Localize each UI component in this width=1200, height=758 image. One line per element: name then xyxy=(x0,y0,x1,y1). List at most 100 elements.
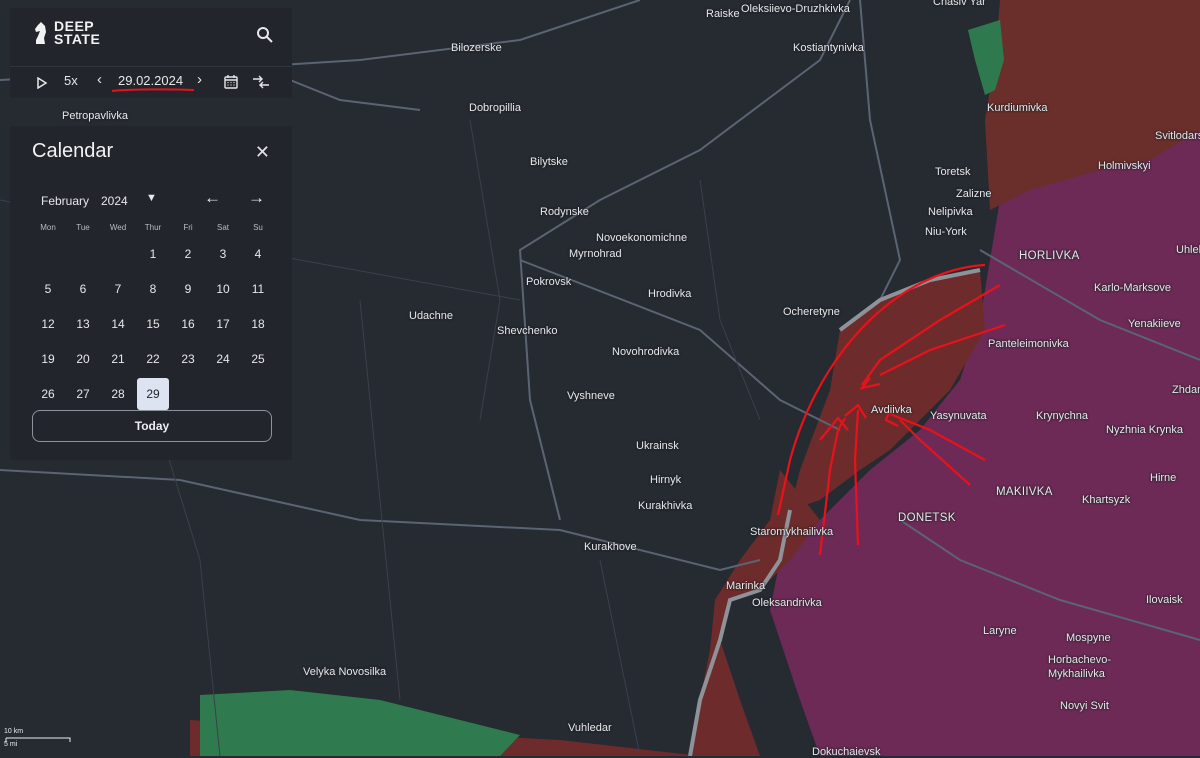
calendar-day-26[interactable]: 26 xyxy=(32,378,64,410)
brand-logo[interactable]: DEEP STATE xyxy=(32,19,101,47)
weekday-sun: Su xyxy=(253,223,263,232)
calendar-day-2[interactable]: 2 xyxy=(172,238,204,270)
town-uhlehirsk: Uhlehirsk xyxy=(1176,244,1200,256)
today-button[interactable]: Today xyxy=(32,410,272,442)
calendar-day-19[interactable]: 19 xyxy=(32,343,64,375)
town-toretsk: Toretsk xyxy=(935,166,971,178)
town-ocheretyne: Ocheretyne xyxy=(783,306,840,318)
calendar-day-22[interactable]: 22 xyxy=(137,343,169,375)
calendar-day-20[interactable]: 20 xyxy=(67,343,99,375)
calendar-day-4[interactable]: 4 xyxy=(242,238,274,270)
town-novyisvit: Novyi Svit xyxy=(1060,700,1109,712)
chevron-down-icon[interactable]: ▼ xyxy=(146,192,157,204)
town-marinka: Marinka xyxy=(726,580,766,592)
town-krynychna: Krynychna xyxy=(1036,410,1088,422)
calendar-panel: Calendar ✕ February 2024 ▼ ← → Mon Tue W… xyxy=(10,126,292,460)
calendar-day-21[interactable]: 21 xyxy=(102,343,134,375)
calendar-day-7[interactable]: 7 xyxy=(102,273,134,305)
top-bar: DEEP STATE 5x ‹ 29.02.2024 › xyxy=(10,8,292,98)
town-petropavlivka: Petropavlivka xyxy=(62,110,129,122)
weekday-tue: Tue xyxy=(76,223,90,232)
town-yasynuvata: Yasynuvata xyxy=(930,410,987,422)
town-chasiv: Chasiv Yar xyxy=(933,0,986,8)
town-donetsk: DONETSK xyxy=(898,512,956,524)
town-dobropillia: Dobropillia xyxy=(469,102,521,114)
next-month-arrow-icon[interactable]: → xyxy=(248,188,265,208)
calendar-day-14[interactable]: 14 xyxy=(102,308,134,340)
calendar-title: Calendar xyxy=(32,140,114,162)
calendar-day-13[interactable]: 13 xyxy=(67,308,99,340)
month-select[interactable]: February xyxy=(41,194,89,208)
calendar-day-16[interactable]: 16 xyxy=(172,308,204,340)
weekday-mon: Mon xyxy=(40,223,56,232)
calendar-day-9[interactable]: 9 xyxy=(172,273,204,305)
town-kurdiumivka: Kurdiumivka xyxy=(987,102,1048,114)
speed-button[interactable]: 5x xyxy=(64,73,78,88)
town-vyshneve: Vyshneve xyxy=(567,390,615,402)
calendar-day-23[interactable]: 23 xyxy=(172,343,204,375)
brand-line2: STATE xyxy=(54,31,101,47)
scale-km: 10 km xyxy=(4,728,24,735)
weekday-wed: Wed xyxy=(109,223,127,232)
weekday-fri: Fri xyxy=(183,223,193,232)
calendar-day-25[interactable]: 25 xyxy=(242,343,274,375)
calendar-day-15[interactable]: 15 xyxy=(137,308,169,340)
town-nyzhnia: Nyzhnia Krynka xyxy=(1106,424,1184,436)
next-date-icon[interactable]: › xyxy=(197,71,202,88)
town-khartsyzk: Khartsyzk xyxy=(1082,494,1131,506)
year-select[interactable]: 2024 xyxy=(101,194,128,208)
town-shevchenko: Shevchenko xyxy=(497,325,558,337)
close-icon[interactable]: ✕ xyxy=(255,142,270,163)
prev-date-icon[interactable]: ‹ xyxy=(97,71,102,88)
play-icon[interactable] xyxy=(36,77,48,89)
town-laryne: Laryne xyxy=(983,625,1017,637)
town-bilytske: Bilytske xyxy=(530,156,568,168)
town-vuhledar: Vuhledar xyxy=(568,722,612,734)
calendar-day-6[interactable]: 6 xyxy=(67,273,99,305)
town-bilozerske: Bilozerske xyxy=(451,42,502,54)
scale-mi: 5 mi xyxy=(4,741,18,748)
calendar-day-17[interactable]: 17 xyxy=(207,308,239,340)
calendar-day-27[interactable]: 27 xyxy=(67,378,99,410)
town-hrodivka: Hrodivka xyxy=(648,288,692,300)
compare-icon[interactable] xyxy=(252,75,270,89)
town-svitlodarsk: Svitlodarsk xyxy=(1155,130,1200,142)
town-rodynske: Rodynske xyxy=(540,206,589,218)
town-pokrovsk: Pokrovsk xyxy=(526,276,572,288)
scale-label: 10 km 5 mi xyxy=(4,728,23,748)
calendar-day-5[interactable]: 5 xyxy=(32,273,64,305)
town-novohrodivka: Novohrodivka xyxy=(612,346,680,358)
prev-month-arrow-icon[interactable]: ← xyxy=(204,188,221,208)
town-oleksandrivka: Oleksandrivka xyxy=(752,597,822,609)
town-myrnohrad: Myrnohrad xyxy=(569,248,622,260)
calendar-day-24[interactable]: 24 xyxy=(207,343,239,375)
calendar-day-10[interactable]: 10 xyxy=(207,273,239,305)
town-kostiantynivka: Kostiantynivka xyxy=(793,42,864,54)
town-ukrainsk: Ukrainsk xyxy=(636,440,679,452)
brand-name: DEEP STATE xyxy=(54,19,101,47)
calendar-day-28[interactable]: 28 xyxy=(102,378,134,410)
calendar-day-1[interactable]: 1 xyxy=(137,238,169,270)
calendar-day-8[interactable]: 8 xyxy=(137,273,169,305)
calendar-day-3[interactable]: 3 xyxy=(207,238,239,270)
town-yenakiieve: Yenakiieve xyxy=(1128,318,1181,330)
town-niuyork: Niu-York xyxy=(925,226,967,238)
town-novoekonomichne: Novoekonomichne xyxy=(596,232,688,244)
town-karlo: Karlo-Marksove xyxy=(1094,282,1172,294)
calendar-day-18[interactable]: 18 xyxy=(242,308,274,340)
date-underline-annotation xyxy=(111,88,195,92)
calendar-icon[interactable] xyxy=(224,75,238,89)
calendar-day-29[interactable]: 29 xyxy=(137,378,169,410)
town-velyka: Velyka Novosilka xyxy=(303,666,387,678)
calendar-day-12[interactable]: 12 xyxy=(32,308,64,340)
town-dokuchaievsk: Dokuchaievsk xyxy=(812,746,881,758)
search-icon[interactable] xyxy=(256,26,274,44)
town-makiivka: MAKIIVKA xyxy=(996,486,1053,498)
weekday-sat: Sat xyxy=(216,223,229,232)
knight-logo-icon xyxy=(35,22,46,44)
calendar-day-11[interactable]: 11 xyxy=(242,273,274,305)
town-horlivka: HORLIVKA xyxy=(1019,250,1080,262)
town-hirne: Hirne xyxy=(1150,472,1177,484)
town-mospyne: Mospyne xyxy=(1066,632,1111,644)
weekday-thu: Thur xyxy=(144,223,162,232)
